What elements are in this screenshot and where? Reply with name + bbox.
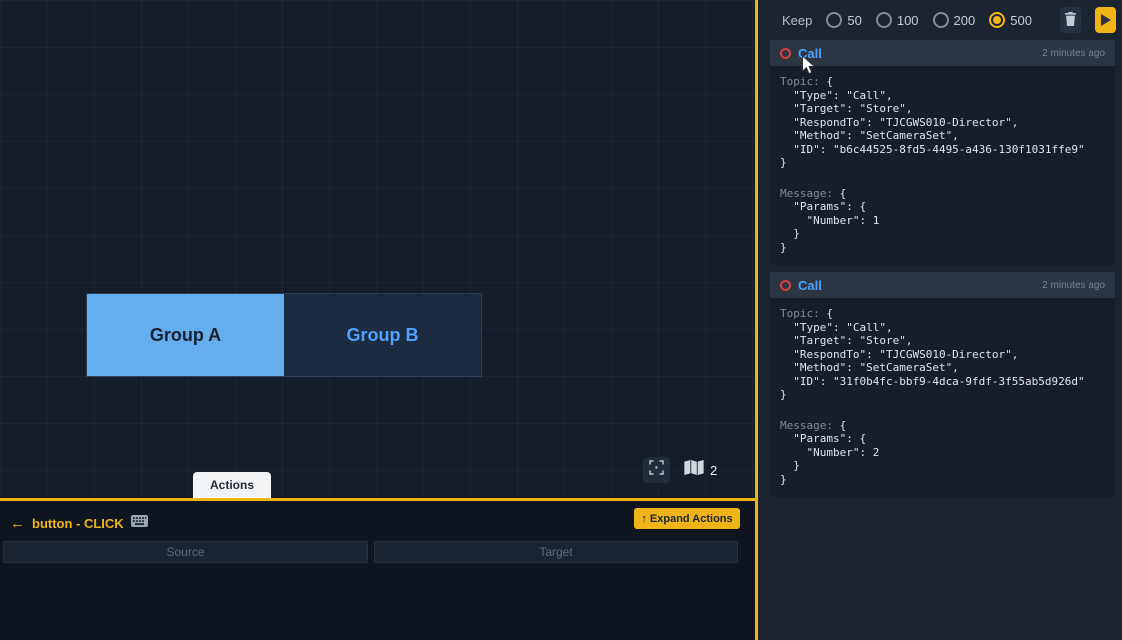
message-log-panel: Keep 50 100 200 500 (758, 0, 1122, 640)
target-input[interactable] (374, 541, 738, 563)
radio-icon (933, 12, 949, 28)
pages-indicator[interactable]: 2 (684, 460, 717, 480)
message-json: Message: { "Params": { "Number": 2 } } (780, 419, 1105, 487)
back-arrow-icon[interactable]: ← (10, 515, 25, 532)
message-type[interactable]: Call (798, 278, 822, 293)
message-card-body: Topic: { "Type": "Call", "Target": "Stor… (770, 66, 1115, 265)
topic-json: Topic: { "Type": "Call", "Target": "Stor… (780, 307, 1105, 402)
keep-option-label: 500 (1010, 13, 1032, 28)
radio-icon (826, 12, 842, 28)
group-button-pair: Group A Group B (86, 293, 482, 377)
trash-icon (1064, 12, 1077, 29)
map-icon (684, 460, 704, 480)
message-list: Call 2 minutes ago Topic: { "Type": "Cal… (758, 40, 1122, 497)
canvas-bottom-border (0, 498, 755, 501)
canvas-toolbar: 2 (643, 457, 717, 483)
call-status-icon (780, 280, 791, 291)
radio-icon (989, 12, 1005, 28)
page-count: 2 (710, 463, 717, 478)
keep-toolbar: Keep 50 100 200 500 (758, 0, 1122, 40)
expand-actions-button[interactable]: ↑ Expand Actions (634, 508, 740, 529)
keep-label: Keep (782, 13, 812, 28)
stage-canvas[interactable]: Group A Group B 2 (0, 0, 755, 498)
source-input[interactable] (3, 541, 368, 563)
panel-divider[interactable] (755, 0, 758, 640)
group-b-button[interactable]: Group B (284, 294, 481, 376)
message-card: Call 2 minutes ago Topic: { "Type": "Cal… (770, 272, 1115, 497)
message-timestamp: 2 minutes ago (1042, 48, 1105, 59)
call-status-icon (780, 48, 791, 59)
tab-actions[interactable]: Actions (193, 472, 271, 498)
keep-option-label: 100 (897, 13, 919, 28)
keyboard-icon (131, 514, 148, 532)
resume-log-button[interactable] (1095, 7, 1116, 33)
radio-icon (876, 12, 892, 28)
message-timestamp: 2 minutes ago (1042, 280, 1105, 291)
message-card-header[interactable]: Call 2 minutes ago (770, 272, 1115, 298)
keep-option-500[interactable]: 500 (989, 12, 1032, 28)
message-card-body: Topic: { "Type": "Call", "Target": "Stor… (770, 298, 1115, 497)
keep-option-100[interactable]: 100 (876, 12, 919, 28)
group-a-button[interactable]: Group A (87, 294, 284, 376)
message-card: Call 2 minutes ago Topic: { "Type": "Cal… (770, 40, 1115, 265)
message-card-header[interactable]: Call 2 minutes ago (770, 40, 1115, 66)
action-title: button - CLICK (32, 516, 124, 531)
topic-json: Topic: { "Type": "Call", "Target": "Stor… (780, 75, 1105, 170)
action-header: ← button - CLICK (10, 514, 148, 532)
fit-screen-icon (649, 460, 664, 480)
keep-option-200[interactable]: 200 (933, 12, 976, 28)
clear-log-button[interactable] (1060, 7, 1081, 33)
message-json: Message: { "Params": { "Number": 1 } } (780, 187, 1105, 255)
fit-screen-button[interactable] (643, 457, 670, 483)
keep-option-label: 200 (954, 13, 976, 28)
keep-option-label: 50 (847, 13, 861, 28)
play-icon (1101, 14, 1111, 26)
message-type[interactable]: Call (798, 46, 822, 61)
keep-option-50[interactable]: 50 (826, 12, 861, 28)
